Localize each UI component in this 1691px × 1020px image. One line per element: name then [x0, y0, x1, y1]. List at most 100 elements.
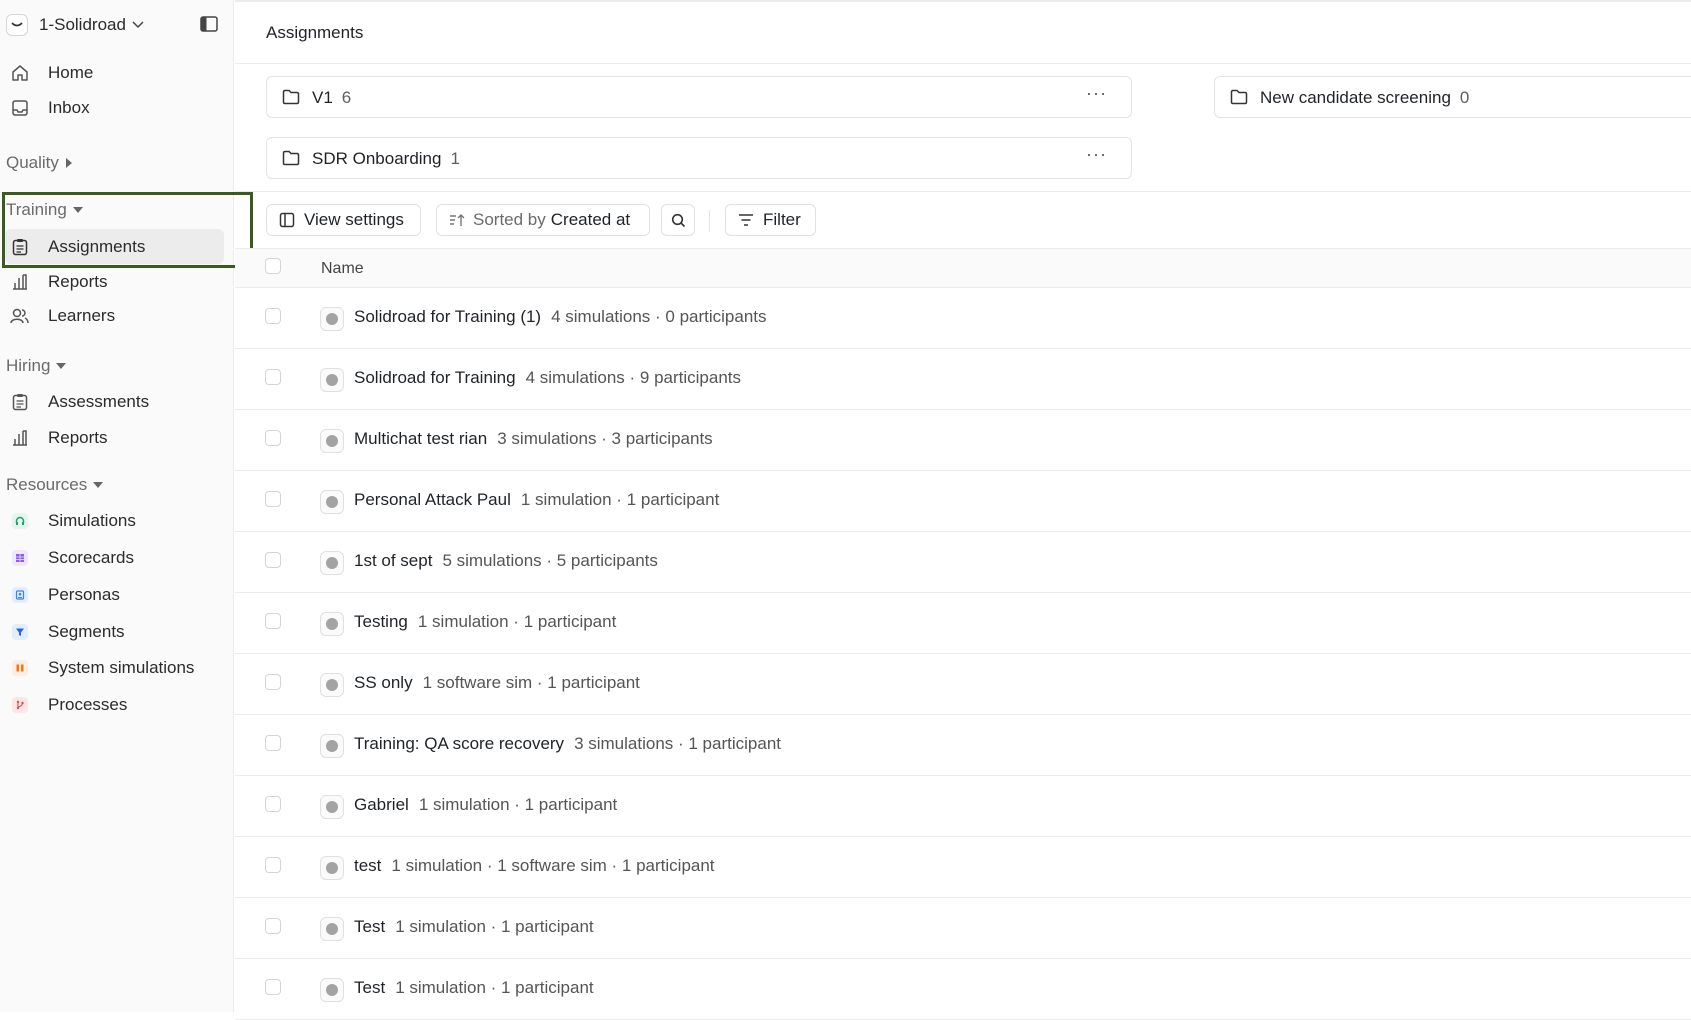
workspace-switcher[interactable]: 1-Solidroad — [6, 12, 144, 38]
row-checkbox[interactable] — [265, 369, 281, 385]
table-row[interactable]: Gabriel 1 simulation · 1 participant — [235, 776, 1691, 837]
folder-name: New candidate screening — [1260, 88, 1451, 107]
table-row[interactable]: SS only 1 software sim · 1 participant — [235, 654, 1691, 715]
row-meta: 1 simulation · 1 participant — [418, 795, 618, 814]
row-name[interactable]: 1st of sept — [354, 551, 432, 570]
bar-chart-icon — [10, 272, 30, 292]
sidebar-item-segments[interactable]: Segments — [10, 619, 125, 645]
row-name[interactable]: Gabriel — [354, 795, 409, 814]
row-checkbox[interactable] — [265, 308, 281, 324]
row-meta: 4 simulations · 0 participants — [551, 307, 767, 326]
row-checkbox[interactable] — [265, 857, 281, 873]
sort-prefix: Sorted by — [473, 210, 546, 229]
sidebar-item-label: Personas — [48, 585, 120, 604]
section-quality[interactable]: Quality — [6, 151, 73, 175]
row-checkbox[interactable] — [265, 491, 281, 507]
table-header: Name — [235, 248, 1691, 288]
row-checkbox[interactable] — [265, 552, 281, 568]
assignment-avatar-icon — [320, 856, 344, 880]
table-row[interactable]: 1st of sept 5 simulations · 5 participant… — [235, 532, 1691, 593]
sidebar-item-training-reports[interactable]: Reports — [10, 269, 108, 295]
row-checkbox[interactable] — [265, 674, 281, 690]
row-name[interactable]: test — [354, 856, 381, 875]
sidebar-item-label: Assessments — [48, 392, 150, 411]
table-row[interactable]: test 1 simulation · 1 software sim · 1 pa… — [235, 837, 1691, 898]
table-row[interactable]: Test 1 simulation · 1 participant — [235, 898, 1691, 959]
row-checkbox[interactable] — [265, 735, 281, 751]
row-checkbox[interactable] — [265, 613, 281, 629]
assignment-avatar-icon — [320, 307, 344, 331]
assignment-avatar-icon — [320, 795, 344, 819]
sidebar-item-system-simulations[interactable]: System simulations — [10, 655, 194, 681]
table-row[interactable]: Multichat test rian 3 simulations · 3 par… — [235, 410, 1691, 471]
row-name[interactable]: Personal Attack Paul — [354, 490, 511, 509]
filter-button[interactable]: Filter — [725, 204, 816, 236]
sidebar-item-scorecards[interactable]: Scorecards — [10, 545, 134, 571]
sort-value: Created at — [550, 210, 631, 229]
workspace-name: 1-Solidroad — [39, 15, 126, 34]
sidebar-item-hiring-reports[interactable]: Reports — [10, 425, 108, 451]
row-name[interactable]: Test — [354, 917, 385, 936]
section-hiring-label: Hiring — [6, 356, 51, 375]
row-name[interactable]: Training: QA score recovery — [354, 734, 564, 753]
sidebar-item-learners[interactable]: Learners — [10, 303, 115, 329]
nav-home-label: Home — [48, 63, 94, 82]
folder-name: SDR Onboarding — [312, 149, 442, 168]
nav-home[interactable]: Home — [10, 60, 93, 86]
nav-inbox[interactable]: Inbox — [10, 95, 90, 121]
row-checkbox[interactable] — [265, 918, 281, 934]
table-row[interactable]: Solidroad for Training (1) 4 simulations … — [235, 288, 1691, 349]
folder-count: 6 — [341, 88, 352, 107]
row-checkbox[interactable] — [265, 979, 281, 995]
column-header-name[interactable]: Name — [321, 260, 364, 278]
row-name[interactable]: Test — [354, 978, 385, 997]
table-row[interactable]: Test 1 simulation · 1 participant — [235, 959, 1691, 1020]
more-options-icon[interactable]: ··· — [1086, 83, 1107, 104]
assignment-avatar-icon — [320, 368, 344, 392]
sidebar-item-simulations[interactable]: Simulations — [10, 508, 136, 534]
folder-sdr-onboarding[interactable]: SDR Onboarding 1 ··· — [266, 137, 1132, 179]
search-button[interactable] — [661, 204, 695, 236]
folder-v1[interactable]: V1 6 ··· — [266, 76, 1132, 118]
row-meta: 1 simulation · 1 software sim · 1 partic… — [391, 856, 715, 875]
row-meta: 1 simulation · 1 participant — [520, 490, 720, 509]
bar-chart-icon — [10, 428, 30, 448]
chevron-down-icon — [132, 21, 144, 29]
assignment-avatar-icon — [320, 612, 344, 636]
row-meta: 1 software sim · 1 participant — [422, 673, 640, 692]
assignment-avatar-icon — [320, 551, 344, 575]
search-icon — [671, 213, 686, 228]
section-hiring[interactable]: Hiring — [6, 354, 67, 378]
row-checkbox[interactable] — [265, 430, 281, 446]
assignment-avatar-icon — [320, 673, 344, 697]
home-icon — [10, 63, 30, 83]
sidebar-item-processes[interactable]: Processes — [10, 692, 127, 718]
more-options-icon[interactable]: ··· — [1086, 144, 1107, 165]
row-name[interactable]: Solidroad for Training (1) — [354, 307, 541, 326]
section-quality-label: Quality — [6, 153, 59, 172]
view-settings-button[interactable]: View settings — [266, 204, 421, 236]
table-row[interactable]: Personal Attack Paul 1 simulation · 1 par… — [235, 471, 1691, 532]
table-row[interactable]: Training: QA score recovery 3 simulations… — [235, 715, 1691, 776]
columns-icon — [12, 660, 28, 676]
sort-icon — [449, 212, 465, 228]
folder-icon — [1230, 89, 1248, 110]
inbox-icon — [10, 98, 30, 118]
sidebar-toggle-icon[interactable] — [200, 16, 218, 37]
sidebar-item-assessments[interactable]: Assessments — [10, 389, 149, 415]
sort-button[interactable]: Sorted by Created at — [436, 204, 650, 236]
table-row[interactable]: Testing 1 simulation · 1 participant — [235, 593, 1691, 654]
sidebar: 1-Solidroad Home Inbox Quality Training — [0, 0, 234, 1012]
row-name[interactable]: Solidroad for Training — [354, 368, 516, 387]
section-resources[interactable]: Resources — [6, 473, 104, 497]
row-name[interactable]: Testing — [354, 612, 408, 631]
row-name[interactable]: Multichat test rian — [354, 429, 487, 448]
table-row[interactable]: Solidroad for Training 4 simulations · 9 … — [235, 349, 1691, 410]
row-checkbox[interactable] — [265, 796, 281, 812]
select-all-checkbox[interactable] — [265, 258, 281, 274]
sidebar-item-label: Scorecards — [48, 548, 134, 567]
sidebar-item-personas[interactable]: Personas — [10, 582, 120, 608]
row-name[interactable]: SS only — [354, 673, 413, 692]
row-meta: 5 simulations · 5 participants — [442, 551, 658, 570]
folder-new-candidate-screening[interactable]: New candidate screening 0 — [1214, 76, 1691, 118]
